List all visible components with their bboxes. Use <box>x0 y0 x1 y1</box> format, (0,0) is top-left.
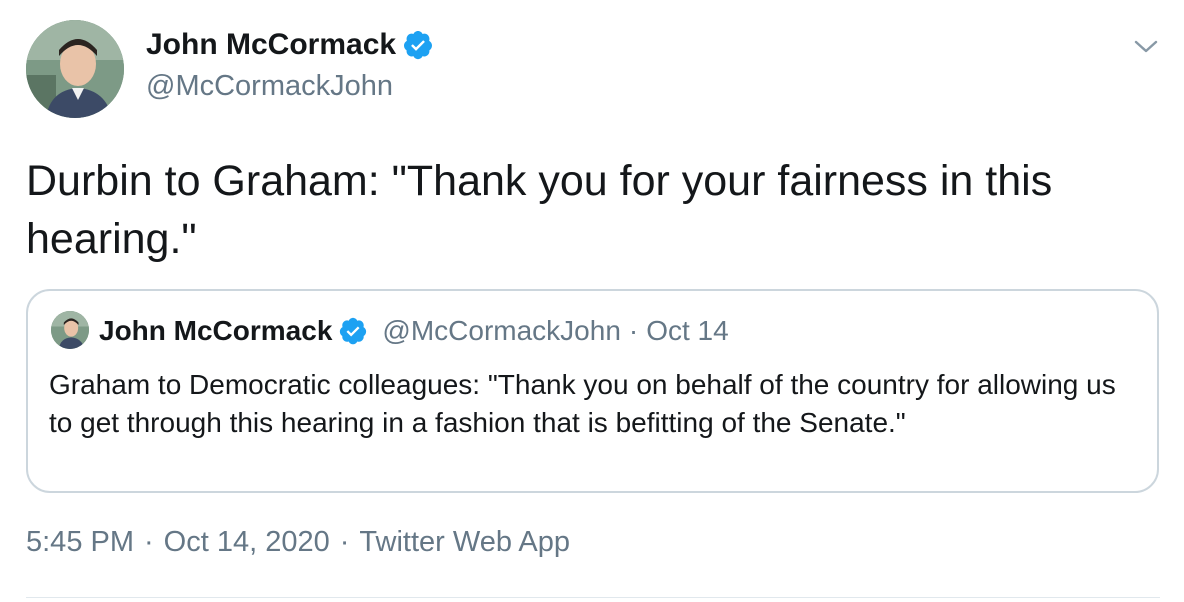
author-avatar[interactable] <box>26 20 124 118</box>
tweet-date[interactable]: Oct 14, 2020 <box>164 526 330 559</box>
tweet-text: Durbin to Graham: "Thank you for your fa… <box>26 157 1053 263</box>
quoted-author-avatar <box>51 311 89 349</box>
avatar-photo <box>26 20 124 118</box>
quoted-separator: · <box>628 315 639 346</box>
tweet-metadata: 5:45 PM · Oct 14, 2020 · Twitter Web App <box>26 526 570 559</box>
quoted-avatar-photo <box>51 311 89 349</box>
tweet-time[interactable]: 5:45 PM <box>26 526 134 559</box>
tweet-source[interactable]: Twitter Web App <box>359 526 570 559</box>
author-name[interactable]: John McCormack <box>146 28 396 62</box>
quoted-author-handle: @McCormackJohn <box>382 315 621 346</box>
author-name-row: John McCormack <box>146 28 434 62</box>
meta-separator: · <box>339 526 350 558</box>
quoted-tweet-date: Oct 14 <box>646 315 729 346</box>
meta-separator: · <box>144 526 154 558</box>
verified-badge-icon <box>402 29 434 61</box>
verified-badge-icon <box>338 316 368 346</box>
quoted-author-name: John McCormack <box>99 315 333 346</box>
author-handle[interactable]: @McCormackJohn <box>146 70 393 103</box>
quoted-tweet-header: John McCormack @McCormackJohn · Oct 14 <box>99 315 729 347</box>
divider <box>26 597 1160 598</box>
quoted-tweet-card[interactable]: John McCormack @McCormackJohn · Oct 14 G… <box>26 289 1159 493</box>
quoted-tweet-text: Graham to Democratic colleagues: "Thank … <box>49 369 1116 438</box>
chevron-down-icon[interactable] <box>1130 30 1162 62</box>
